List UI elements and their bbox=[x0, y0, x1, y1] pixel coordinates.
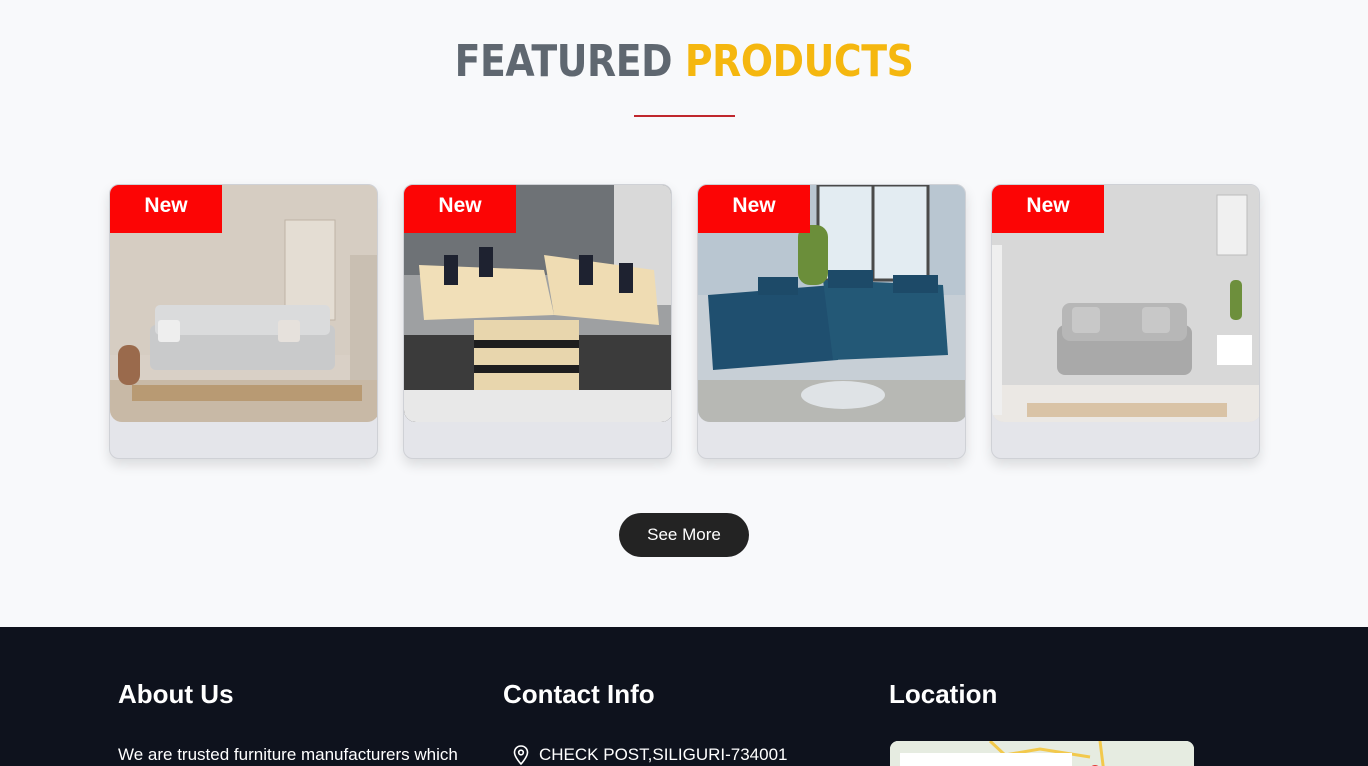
new-badge: New bbox=[698, 185, 810, 233]
product-card[interactable]: New bbox=[697, 184, 966, 459]
new-badge: New bbox=[404, 185, 516, 233]
heading-featured: FEATURED bbox=[454, 36, 673, 87]
location-map[interactable] bbox=[890, 741, 1194, 766]
footer: About Us We are trusted furniture manufa… bbox=[0, 627, 1368, 766]
section-heading: FEATURED PRODUCTS bbox=[96, 36, 1272, 88]
location-title: Location bbox=[889, 679, 998, 709]
location-pin-icon bbox=[513, 745, 529, 765]
contact-info-title: Contact Info bbox=[503, 679, 655, 709]
product-card[interactable]: New bbox=[403, 184, 672, 459]
new-badge: New bbox=[992, 185, 1104, 233]
about-us-title: About Us bbox=[118, 679, 234, 709]
featured-products-section: FEATURED PRODUCTS New New New New See Mo… bbox=[0, 0, 1368, 627]
new-badge: New bbox=[110, 185, 222, 233]
heading-products: PRODUCTS bbox=[684, 36, 914, 87]
contact-address: CHECK POST,SILIGURI-734001 bbox=[539, 745, 788, 764]
heading-divider bbox=[634, 115, 735, 117]
about-us-text: We are trusted furniture manufacturers w… bbox=[118, 745, 458, 764]
see-more-button[interactable]: See More bbox=[619, 513, 749, 557]
map-graphic bbox=[890, 741, 1194, 766]
product-card[interactable]: New bbox=[109, 184, 378, 459]
product-card[interactable]: New bbox=[991, 184, 1260, 459]
